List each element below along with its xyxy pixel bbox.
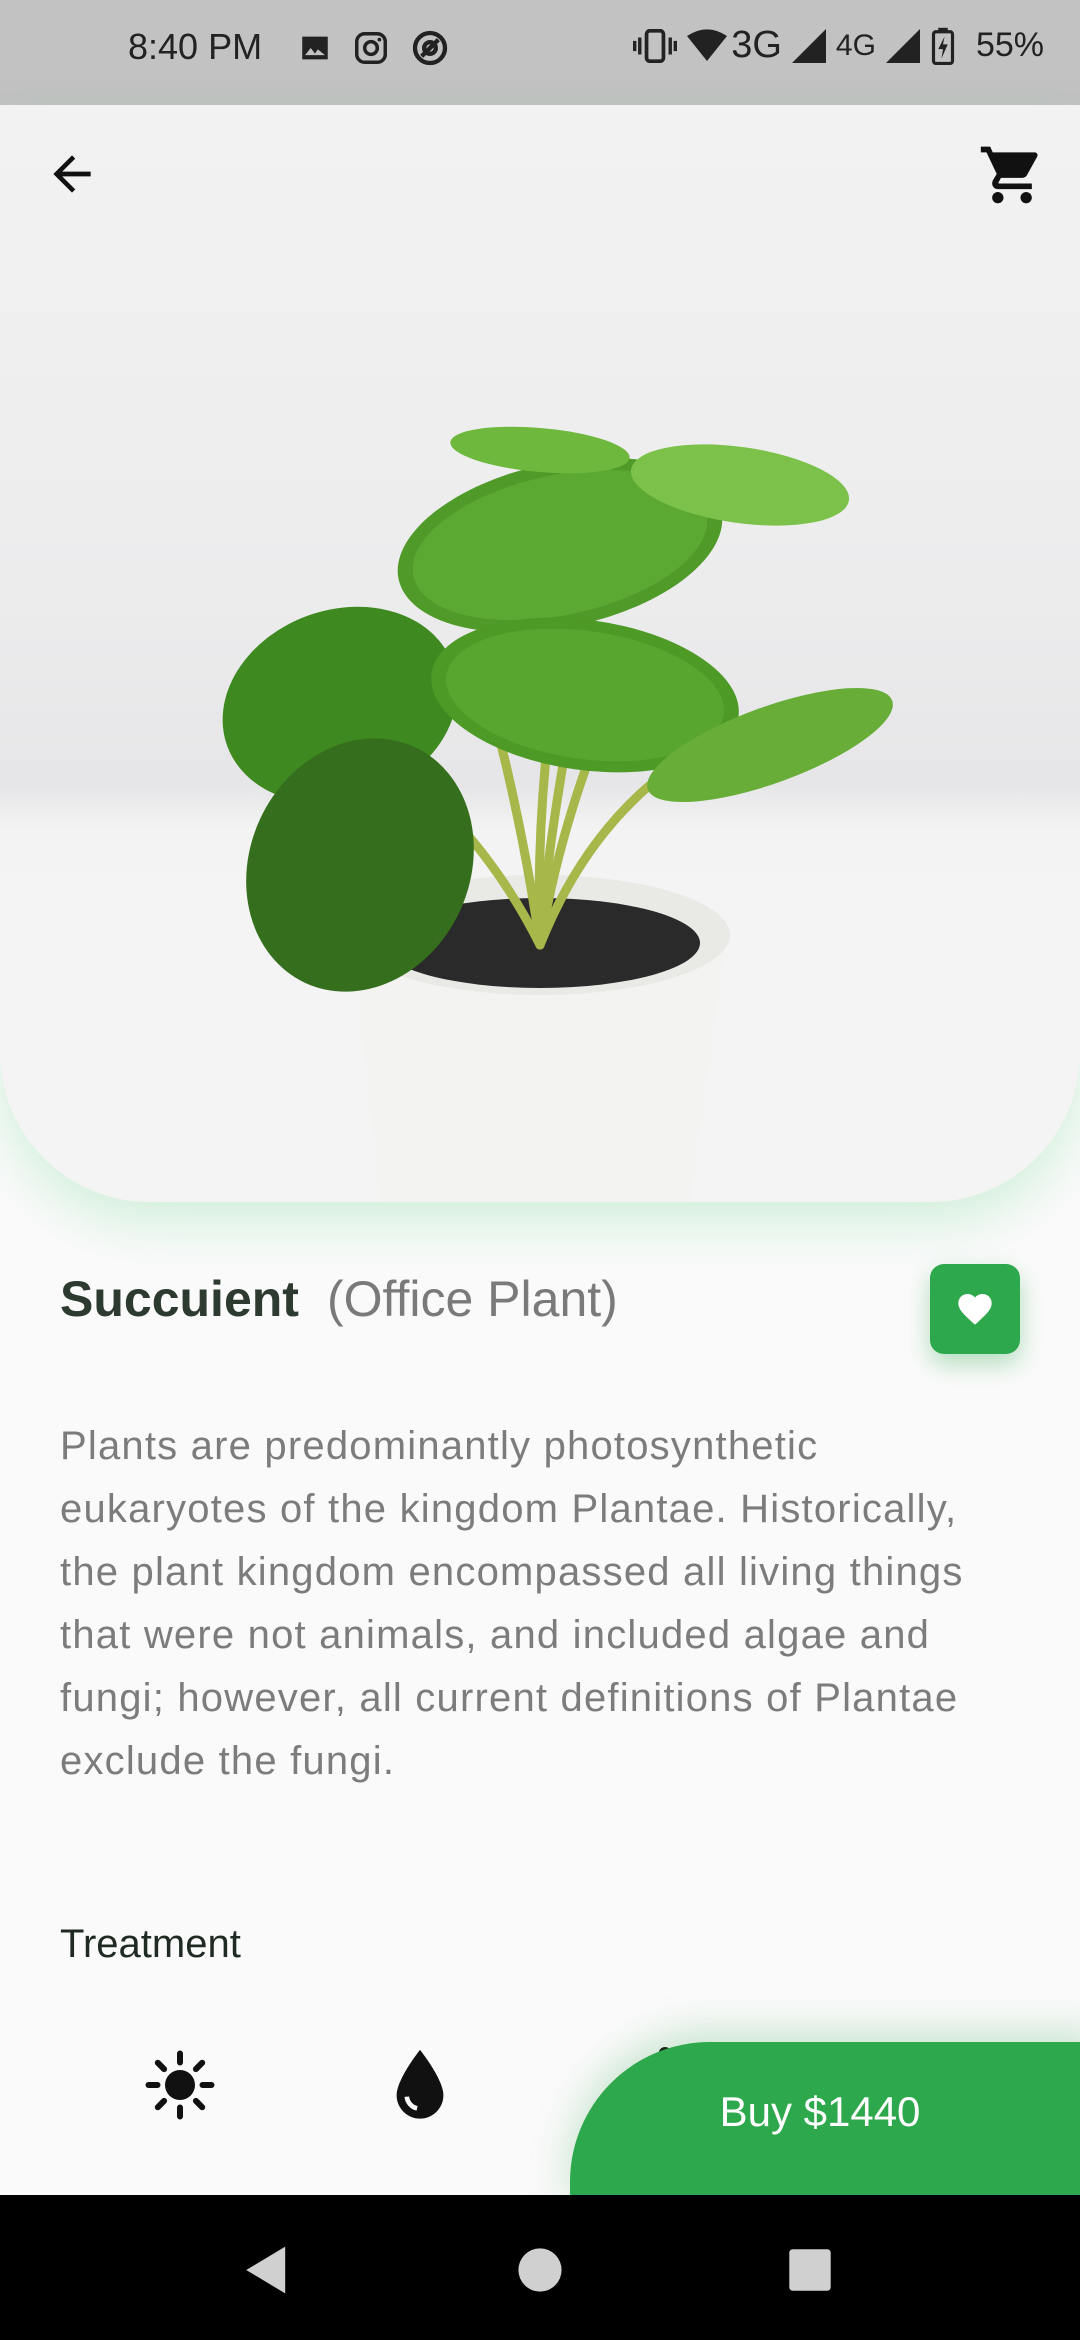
shopping-cart-icon [980, 146, 1038, 204]
image-icon [302, 36, 328, 60]
plant-image [0, 105, 1080, 1202]
plant-name: Succuient [60, 1271, 299, 1327]
plant-illustration [0, 426, 1080, 1202]
nav-recents-button[interactable] [775, 2235, 845, 2305]
instagram-icon [355, 32, 387, 64]
notification-icons [298, 28, 450, 68]
battery-charging-icon [931, 27, 955, 65]
wifi-icon [687, 28, 728, 61]
signal-icon-2 [885, 28, 920, 63]
cart-button[interactable] [972, 140, 1052, 210]
network-4g-label: 4G [835, 28, 876, 62]
system-status-icons: 3G 4G 55% [633, 24, 1044, 67]
home-circle-icon [518, 2248, 562, 2292]
status-time: 8:40 PM [128, 26, 263, 67]
battery-percent: 55% [975, 26, 1044, 64]
buy-button[interactable]: Buy $1440 [570, 2042, 1080, 2212]
back-button[interactable] [38, 140, 106, 208]
nav-home-button[interactable] [505, 2235, 575, 2305]
heart-icon [958, 1294, 992, 1325]
buy-button-label: Buy $1440 [719, 2088, 921, 2135]
system-nav-bar [0, 2195, 1080, 2340]
sun-icon[interactable] [135, 2040, 225, 2130]
water-drop-icon[interactable] [375, 2040, 465, 2130]
favorite-button[interactable] [930, 1264, 1020, 1354]
nav-back-button[interactable] [232, 2235, 302, 2305]
plant-category: (Office Plant) [326, 1271, 618, 1327]
title-row: Succuient (Office Plant) [60, 1270, 618, 1328]
recents-square-icon [789, 2249, 831, 2291]
arrow-left-icon [53, 155, 91, 193]
vibrate-icon [633, 28, 678, 63]
treatment-heading: Treatment [60, 1922, 241, 1966]
at-icon [412, 30, 448, 66]
back-triangle-icon [246, 2246, 286, 2294]
product-detail-screen: 8:40 PM 3G 4G 55% Succuient (Office Plan… [0, 0, 1080, 2340]
status-bar: 8:40 PM 3G 4G 55% [0, 0, 1080, 105]
signal-icon [791, 28, 826, 63]
plant-description: Plants are predominantly photosynthetic … [60, 1424, 964, 1783]
network-3g-label: 3G [731, 24, 782, 66]
